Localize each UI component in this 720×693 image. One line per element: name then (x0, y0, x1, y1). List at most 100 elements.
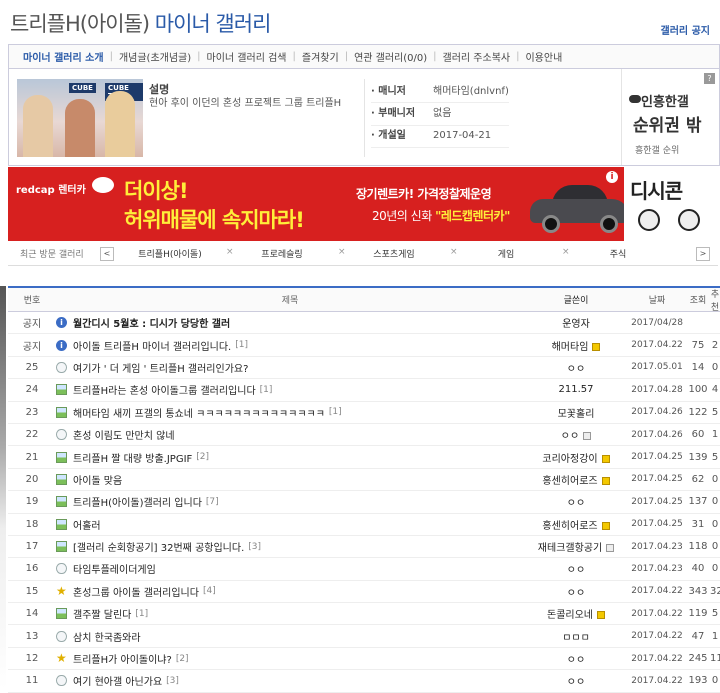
table-row[interactable]: 16 타임투플레이더게임 ㅇㅇ 2017.04.23 40 0 (8, 558, 720, 581)
post-title[interactable]: [갤러리 순회항공기] 32번째 공항입니다. (73, 539, 244, 554)
post-title-cell[interactable]: 삼치 한국좀와라 (56, 629, 524, 644)
post-title-cell[interactable]: 혼성 이림도 만만치 않네 (56, 427, 524, 442)
table-row[interactable]: 20 아이돌 맞음 홍센히어로즈 2017.04.25 62 0 (8, 469, 720, 492)
post-title[interactable]: 트리플H가 아이돌이냐? (73, 651, 172, 666)
ad-info-icon[interactable]: i (606, 171, 618, 183)
table-row[interactable]: 23 해머타임 새끼 프갤의 통쇼네 ㅋㅋㅋㅋㅋㅋㅋㅋㅋㅋㅋㅋㅋㅋ [1] 모꽃홀리 2… (8, 402, 720, 424)
recent-item[interactable]: × 스포츠게임 (338, 247, 450, 260)
comment-count[interactable]: [1] (235, 340, 248, 350)
comment-count[interactable]: [1] (135, 609, 148, 619)
post-title-cell[interactable]: 갤주짤 달린다 [1] (56, 606, 524, 621)
comment-count[interactable]: [4] (203, 586, 216, 596)
post-writer[interactable]: 운영자 (524, 315, 628, 330)
post-title-cell[interactable]: [갤러리 순회항공기] 32번째 공항입니다. [3] (56, 539, 524, 554)
rank-link[interactable]: 흥한갤 순위 (635, 143, 679, 156)
post-title[interactable]: 트리플H라는 혼성 아이돌그룹 갤러리입니다 (73, 382, 256, 397)
tab-guide[interactable]: 이용안내 (519, 49, 568, 64)
table-row[interactable]: 17 [갤러리 순회항공기] 32번째 공항입니다. [3] 재테크갤항공기 2017.… (8, 536, 720, 559)
gallery-notice-link[interactable]: 갤러리 공지 (661, 22, 710, 37)
post-title[interactable]: 갤주짤 달린다 (73, 606, 131, 621)
post-writer[interactable]: 재테크갤항공기 (524, 539, 628, 554)
table-row[interactable]: 15 ★ 혼성그룹 아이돌 갤러리입니다 [4] ㅇㅇ 2017.04.22 343 32 (8, 581, 720, 604)
tab-related[interactable]: 연관 갤러리(0/0) (348, 49, 433, 64)
post-title[interactable]: 혼성 이림도 만만치 않네 (73, 427, 175, 442)
post-title-cell[interactable]: ★ 혼성그룹 아이돌 갤러리입니다 [4] (56, 584, 524, 599)
table-row[interactable]: 공지 i 아이돌 트리플H 마이너 갤러리입니다. [1] 해머타임 2017.04.22… (8, 334, 720, 357)
comment-count[interactable]: [7] (206, 497, 219, 507)
post-writer[interactable]: 홍센히어로즈 (524, 472, 628, 487)
dcon-ad[interactable]: 디시콘 (624, 167, 718, 241)
post-title-cell[interactable]: 트리플H(아이돌)갤러리 입니다 [7] (56, 494, 524, 509)
post-title[interactable]: 월간디시 5월호 : 디시가 당당한 갤러 (73, 315, 230, 330)
recent-item[interactable]: × 프로레슬링 (226, 247, 338, 260)
post-writer[interactable]: 211.57 (524, 384, 628, 395)
table-row[interactable]: 14 갤주짤 달린다 [1] 돈콜리오네 2017.04.22 119 5 (8, 603, 720, 626)
tab-concept-posts[interactable]: 개념글(초개념글) (113, 49, 197, 64)
post-writer[interactable]: 코리아정강이 (524, 450, 628, 465)
post-title-cell[interactable]: ★ 트리플H가 아이돌이냐? [2] (56, 651, 524, 666)
close-icon[interactable]: × (562, 247, 570, 257)
post-writer[interactable]: 해머타임 (524, 338, 628, 353)
recent-item[interactable]: × 게임 (450, 247, 562, 260)
post-writer[interactable]: ㅇㅇ (524, 561, 628, 576)
manager-value[interactable]: 해머타임(dnlvnf) (433, 84, 509, 100)
ad-banner[interactable]: redcap 렌터카 더이상! 허위매물에 속지마라! 장기렌트카! 가격정찰제… (8, 167, 718, 241)
post-title-cell[interactable]: 타임투플레이더게임 (56, 561, 524, 576)
post-title[interactable]: 아이돌 맞음 (73, 472, 122, 487)
table-row[interactable]: 21 트리플H 짤 대량 방출.JPGIF [2] 코리아정강이 2017.04.25 1… (8, 446, 720, 469)
table-row[interactable]: 공지 i 월간디시 5월호 : 디시가 당당한 갤러 운영자 2017/04/28 (8, 312, 720, 335)
table-row[interactable]: 18 어홀러 홍센히어로즈 2017.04.25 31 0 (8, 514, 720, 536)
post-title-cell[interactable]: 아이돌 맞음 (56, 472, 524, 487)
post-writer[interactable]: 돈콜리오네 (524, 606, 628, 621)
post-writer[interactable]: ㅇㅇ (524, 427, 628, 442)
comment-count[interactable]: [3] (166, 676, 179, 686)
post-writer[interactable]: 홍센히어로즈 (524, 517, 628, 532)
next-arrow-icon[interactable]: > (696, 246, 710, 261)
post-title-cell[interactable]: 어홀러 (56, 517, 524, 532)
close-icon[interactable]: × (226, 247, 234, 257)
comment-count[interactable]: [3] (248, 542, 261, 552)
close-icon[interactable]: × (338, 247, 346, 257)
close-icon[interactable]: × (450, 247, 458, 257)
comment-count[interactable]: [1] (329, 407, 342, 417)
info-icon[interactable]: ? (704, 73, 715, 84)
comment-count[interactable]: [2] (196, 452, 209, 462)
comment-count[interactable]: [1] (260, 385, 273, 395)
post-title[interactable]: 여기가 ' 더 게임 ' 트리플H 갤러리인가요? (73, 360, 248, 375)
post-title-cell[interactable]: i 아이돌 트리플H 마이너 갤러리입니다. [1] (56, 338, 524, 353)
table-row[interactable]: 24 트리플H라는 혼성 아이돌그룹 갤러리입니다 [1] 211.57 2017.04… (8, 379, 720, 402)
post-title[interactable]: 해머타임 새끼 프갤의 통쇼네 ㅋㅋㅋㅋㅋㅋㅋㅋㅋㅋㅋㅋㅋㅋ (73, 405, 325, 420)
table-row[interactable]: 22 혼성 이림도 만만치 않네 ㅇㅇ 2017.04.26 60 1 (8, 424, 720, 447)
table-row[interactable]: 11 여기 현아갤 아닌가요 [3] ㅇㅇ 2017.04.22 193 0 (8, 670, 720, 693)
post-title-cell[interactable]: 트리플H 짤 대량 방출.JPGIF [2] (56, 450, 524, 465)
recent-item[interactable]: × 주식 (562, 247, 674, 260)
post-title[interactable]: 어홀러 (73, 517, 101, 532)
prev-arrow-icon[interactable]: < (100, 246, 114, 261)
post-writer[interactable]: ㅁㅁㅁ (524, 629, 628, 644)
post-writer[interactable]: ㅇㅇ (524, 360, 628, 375)
post-title[interactable]: 트리플H(아이돌)갤러리 입니다 (73, 494, 202, 509)
post-title[interactable]: 여기 현아갤 아닌가요 (73, 673, 162, 688)
comment-count[interactable]: [2] (176, 654, 189, 664)
tab-copy-address[interactable]: 갤러리 주소복사 (437, 49, 517, 64)
post-title-cell[interactable]: 트리플H라는 혼성 아이돌그룹 갤러리입니다 [1] (56, 382, 524, 397)
gallery-rank-widget[interactable]: ? 인흥한갤 순위권 밖 흥한갤 순위 (623, 69, 719, 165)
post-title[interactable]: 삼치 한국좀와라 (73, 629, 141, 644)
post-title-cell[interactable]: i 월간디시 5월호 : 디시가 당당한 갤러 (56, 315, 524, 330)
post-title-cell[interactable]: 해머타임 새끼 프갤의 통쇼네 ㅋㅋㅋㅋㅋㅋㅋㅋㅋㅋㅋㅋㅋㅋ [1] (56, 405, 524, 420)
tab-search[interactable]: 마이너 갤러리 검색 (201, 49, 293, 64)
post-title-cell[interactable]: 여기 현아갤 아닌가요 [3] (56, 673, 524, 688)
post-writer[interactable]: ㅇㅇ (524, 584, 628, 599)
post-title[interactable]: 혼성그룹 아이돌 갤러리입니다 (73, 584, 199, 599)
post-writer[interactable]: ㅇㅇ (524, 494, 628, 509)
post-title[interactable]: 아이돌 트리플H 마이너 갤러리입니다. (73, 338, 231, 353)
table-row[interactable]: 12 ★ 트리플H가 아이돌이냐? [2] ㅇㅇ 2017.04.22 245 11 (8, 648, 720, 671)
table-row[interactable]: 19 트리플H(아이돌)갤러리 입니다 [7] ㅇㅇ 2017.04.25 137 0 (8, 491, 720, 514)
tab-favorites[interactable]: 즐겨찾기 (296, 49, 345, 64)
gallery-name[interactable]: 트리플H(아이돌) (10, 12, 150, 36)
post-writer[interactable]: ㅇㅇ (524, 673, 628, 688)
table-row[interactable]: 13 삼치 한국좀와라 ㅁㅁㅁ 2017.04.22 47 1 (8, 625, 720, 648)
recent-item[interactable]: 트리플H(아이돌) (114, 247, 226, 260)
post-title-cell[interactable]: 여기가 ' 더 게임 ' 트리플H 갤러리인가요? (56, 360, 524, 375)
tab-intro[interactable]: 마이너 갤러리 소개 (19, 49, 110, 64)
